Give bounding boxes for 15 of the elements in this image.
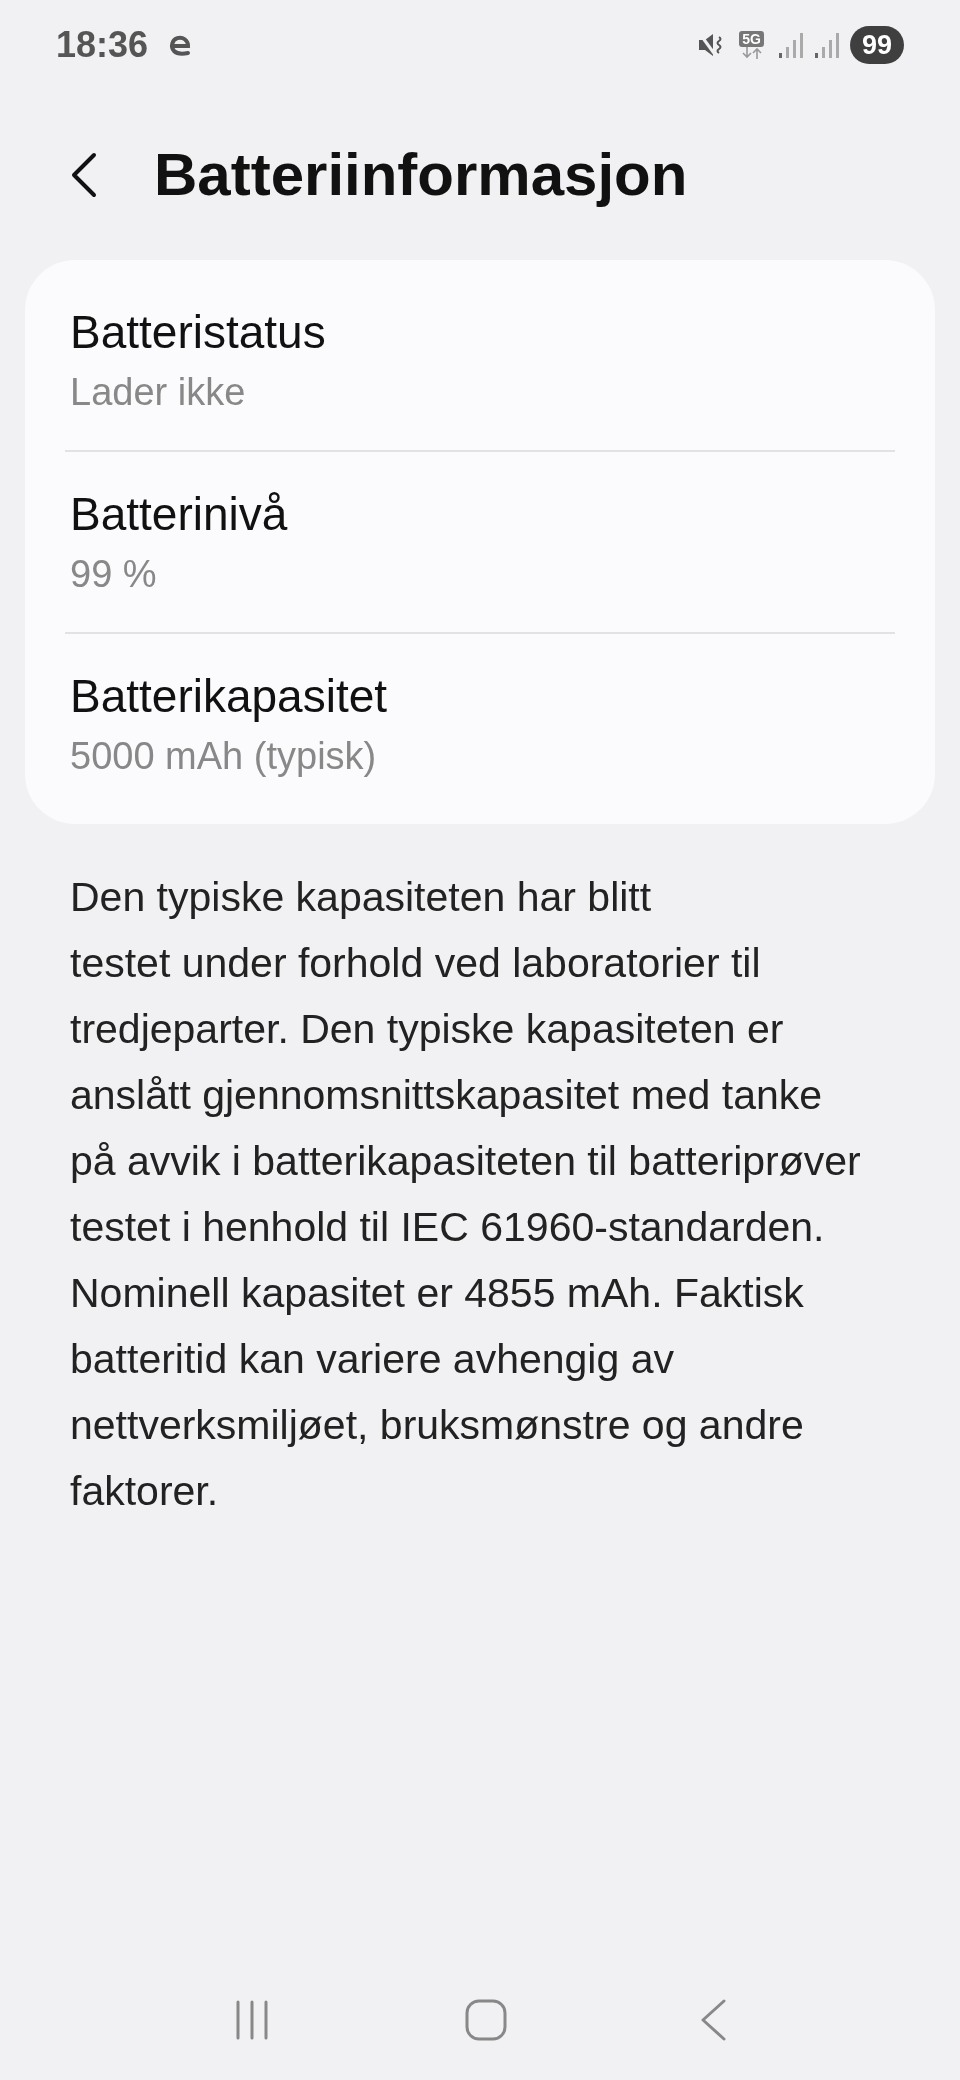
page-title: Batteriinformasjon	[154, 140, 688, 210]
item-title: Batteristatus	[70, 305, 327, 360]
signal-icon	[813, 31, 840, 59]
item-title: Batterikapasitet	[70, 669, 389, 724]
item-title: Batterinivå	[70, 487, 289, 542]
data-arrows-icon	[741, 47, 762, 59]
back-nav-button[interactable]	[700, 1998, 728, 2042]
battery-indicator: 99	[849, 26, 904, 64]
network-type-label: 5G	[739, 31, 764, 47]
item-value: 99 %	[70, 552, 158, 597]
info-paragraph: Den typiske kapasiteten har blitt testet under forhold ved laboratorier til tredjeparter. Den typiske kapasiteten er anslått gjennomsnittskapasitet med tanke på avvik i batterikapasiteten til batteriprøver testet i henhold til IEC 61960-standarden. Nominell kapasitet er 4855 mAh. Faktisk batteritid kan variere avhengig av nettverksmiljøet, bruksmønstre og andre faktorer.	[69, 873, 862, 1516]
status-time: 18:36	[56, 23, 149, 67]
item-value: Lader ikke	[70, 370, 247, 415]
signal-icon	[777, 31, 804, 59]
item-value: 5000 mAh (typisk)	[70, 734, 378, 779]
